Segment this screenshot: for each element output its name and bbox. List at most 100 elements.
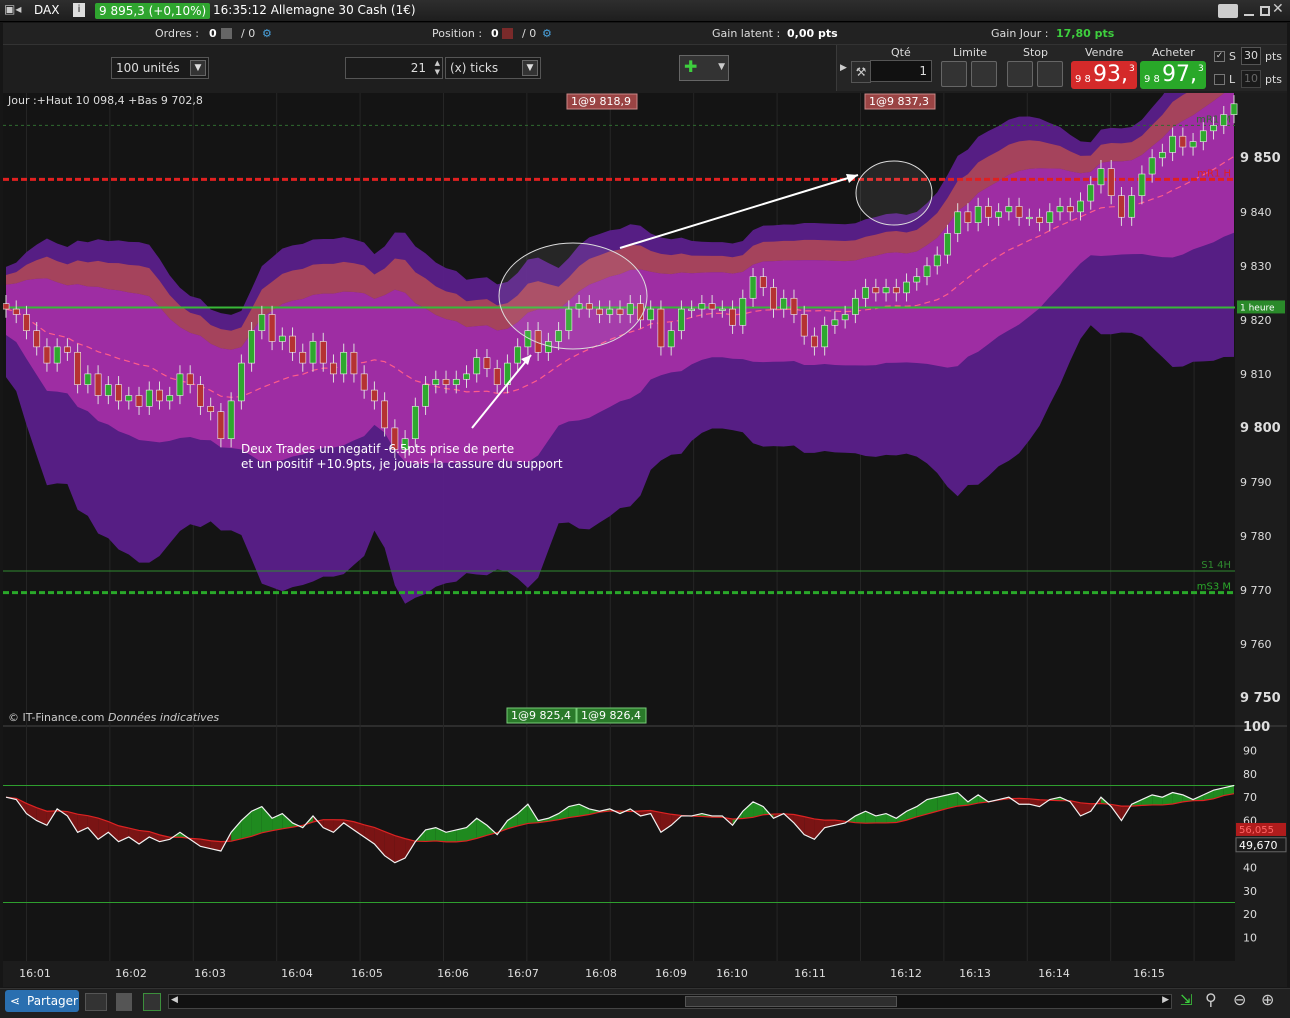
- ladder-icon[interactable]: [143, 993, 161, 1011]
- window-title: 16:35:12 Allemagne 30 Cash (1€): [213, 3, 416, 17]
- time-tick: 16:08: [585, 967, 617, 980]
- maximize-icon[interactable]: [1260, 6, 1270, 16]
- candle-body: [729, 308, 736, 326]
- position-gear-icon[interactable]: ⚙: [542, 27, 552, 40]
- scroll-left-icon[interactable]: ◀: [171, 995, 178, 1005]
- candle-body: [248, 330, 255, 364]
- stepper-arrows-icon[interactable]: ▲ ▼: [435, 59, 440, 77]
- chart-tools-button[interactable]: ✚ ▼: [679, 55, 729, 81]
- candle-body: [1005, 206, 1013, 213]
- auto-scale-icon[interactable]: ⇲: [1180, 991, 1193, 1009]
- candle-body: [411, 405, 419, 440]
- stop-checkbox[interactable]: ✓: [1214, 51, 1225, 62]
- candle-body: [432, 378, 440, 385]
- order-tag: 1@9 837,3: [869, 95, 929, 108]
- time-tick: 16:05: [351, 967, 383, 980]
- chart-area[interactable]: mR1 MmR1 H1 heure S1 4H mS3 M Jour :+Haut …: [2, 32, 1287, 987]
- l-pts-input[interactable]: 10: [1241, 70, 1261, 88]
- wrench-icon[interactable]: ⚒: [851, 61, 871, 83]
- candle-body: [176, 373, 184, 396]
- close-icon[interactable]: ✕: [1272, 1, 1284, 17]
- keyboard-icon[interactable]: [1218, 4, 1238, 18]
- chart-svg[interactable]: mR1 MmR1 H1 heureS1 4HmS3 M Jour :+Haut …: [2, 32, 1287, 987]
- level-label: 1 heure: [1240, 303, 1275, 313]
- cancel-orders-icon[interactable]: [221, 28, 232, 39]
- indicator-icon[interactable]: [85, 993, 107, 1011]
- sell-button[interactable]: 9 8 93, 3: [1071, 61, 1137, 89]
- units-select[interactable]: 100 unités ▼: [111, 57, 209, 79]
- candle-body: [115, 384, 122, 402]
- share-button[interactable]: ⋖ Partager: [5, 990, 79, 1012]
- ticks-unit-select[interactable]: (x) ticks ▼: [445, 57, 541, 79]
- data-note: Données indicatives: [108, 711, 219, 724]
- orders-total: / 0: [241, 27, 256, 40]
- stop-sell-button[interactable]: [1037, 61, 1063, 87]
- candle-body: [268, 314, 276, 342]
- candle-body: [1036, 216, 1043, 223]
- rsi-tick: 20: [1243, 908, 1257, 921]
- candle-body: [688, 308, 696, 311]
- window-icon[interactable]: ▣◂: [4, 2, 21, 16]
- limit-buy-button[interactable]: [941, 61, 967, 87]
- price-tick: 9 840: [1240, 206, 1272, 219]
- candle-body: [217, 411, 225, 440]
- gain-jour-value: 17,80 pts: [1056, 27, 1115, 40]
- candle-body: [463, 373, 470, 380]
- level-label: S1 4H: [1201, 560, 1231, 571]
- time-tick: 16:04: [281, 967, 313, 980]
- sell-price-big: 93,: [1093, 62, 1128, 87]
- zoom-in-icon[interactable]: ⊕: [1261, 990, 1274, 1009]
- time-tick: 16:14: [1038, 967, 1070, 980]
- info-icon[interactable]: i: [73, 3, 85, 17]
- expand-arrow-icon[interactable]: ▶: [840, 63, 847, 73]
- candle-body: [483, 357, 491, 369]
- time-tick: 16:03: [194, 967, 226, 980]
- candle-body: [1220, 114, 1228, 126]
- scroll-thumb[interactable]: [685, 996, 897, 1007]
- qty-value: 1: [919, 64, 927, 78]
- gain-latent-value: 0,00 pts: [787, 27, 838, 40]
- time-tick: 16:12: [890, 967, 922, 980]
- buy-price-small: 9 8: [1144, 74, 1160, 85]
- trade-highlight-circle: [855, 160, 933, 226]
- candle-body: [442, 378, 450, 385]
- stop-buy-button[interactable]: [1007, 61, 1033, 87]
- chevron-down-icon[interactable]: ▼: [190, 60, 206, 76]
- s-pts-input[interactable]: 30: [1241, 47, 1261, 65]
- notes-icon[interactable]: [116, 993, 132, 1011]
- share-label: Partager: [27, 994, 78, 1008]
- qty-input[interactable]: 1: [870, 60, 932, 82]
- ticks-stepper[interactable]: 21 ▲ ▼: [345, 57, 443, 79]
- limit-checkbox[interactable]: [1214, 74, 1225, 85]
- minimize-icon[interactable]: [1244, 14, 1254, 16]
- candle-body: [330, 362, 337, 375]
- order-tag: 1@9 826,4: [581, 709, 641, 722]
- buy-price-exp: 3: [1198, 64, 1204, 74]
- horizontal-scrollbar[interactable]: ◀ ▶: [168, 994, 1172, 1009]
- candle-body: [1158, 152, 1166, 159]
- scroll-right-icon[interactable]: ▶: [1162, 995, 1169, 1005]
- buy-label: Acheter: [1152, 46, 1195, 59]
- qty-label: Qté: [891, 46, 911, 59]
- candle-body: [493, 368, 501, 385]
- rsi-tick: 10: [1243, 932, 1257, 945]
- zoom-fit-icon[interactable]: ⚲: [1205, 990, 1217, 1009]
- zoom-out-icon[interactable]: ⊖: [1233, 990, 1246, 1009]
- chevron-down-icon[interactable]: ▼: [522, 60, 538, 76]
- gain-latent-label: Gain latent :: [712, 27, 781, 40]
- orders-label: Ordres :: [155, 27, 199, 40]
- orders-gear-icon[interactable]: ⚙: [262, 27, 272, 40]
- candle-body: [985, 206, 992, 218]
- price-tick: 9 830: [1240, 260, 1272, 273]
- time-tick: 16:02: [115, 967, 147, 980]
- time-tick: 16:13: [959, 967, 991, 980]
- buy-button[interactable]: 9 8 97, 3: [1140, 61, 1206, 89]
- limit-label: Limite: [953, 46, 988, 59]
- sell-price-exp: 3: [1129, 64, 1135, 74]
- candle-body: [1210, 125, 1217, 132]
- candle-body: [23, 314, 30, 331]
- limit-sell-button[interactable]: [971, 61, 997, 87]
- candle-body: [514, 346, 522, 364]
- close-position-icon[interactable]: [502, 28, 513, 39]
- candle-body: [862, 287, 869, 299]
